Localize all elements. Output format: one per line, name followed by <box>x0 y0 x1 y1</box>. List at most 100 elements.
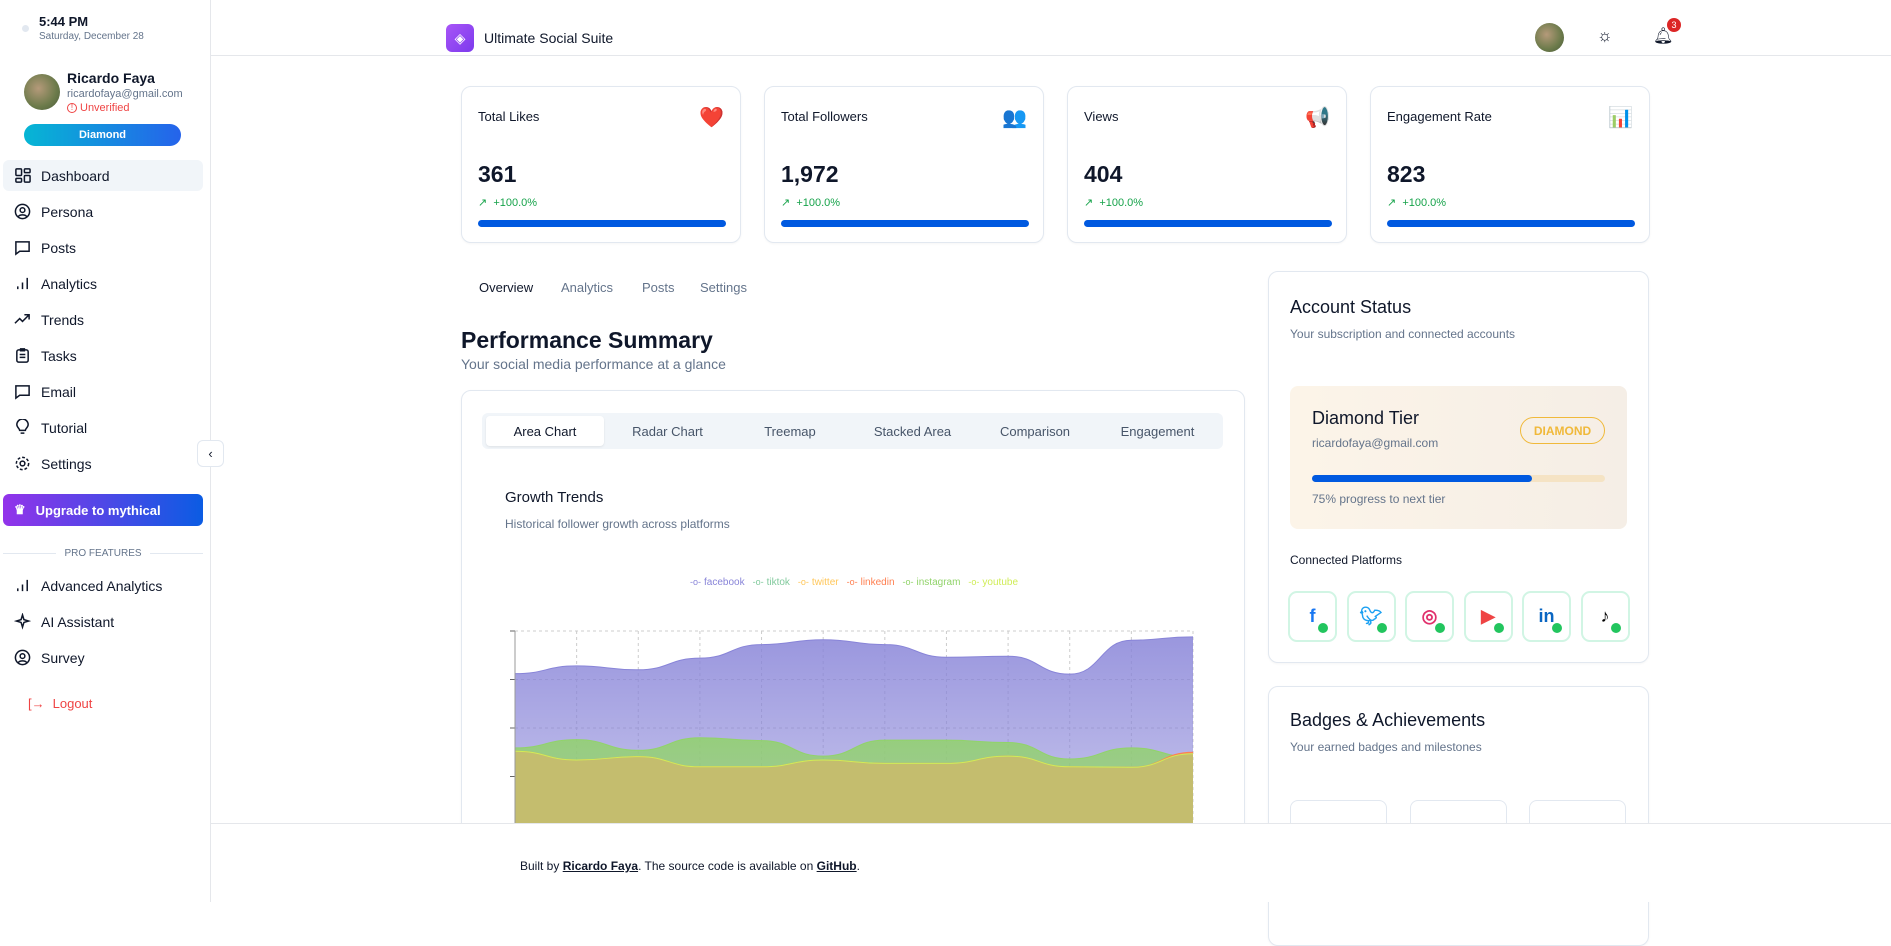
stat-card-total-followers: Total Followers 👥 1,972 ↗ +100.0% <box>764 86 1044 243</box>
sidebar-item-posts[interactable]: Posts <box>3 232 203 263</box>
stat-label: Total Likes <box>478 109 540 124</box>
clipboard-icon <box>16 348 29 363</box>
tab-overview[interactable]: Overview <box>471 276 541 300</box>
account-status-card: Account Status Your subscription and con… <box>1268 271 1649 663</box>
stat-card-views: Views 📢 404 ↗ +100.0% <box>1067 86 1347 243</box>
pro-item-label: Survey <box>41 649 85 666</box>
trending-icon <box>14 314 30 324</box>
stat-value: 823 <box>1387 161 1426 187</box>
tab-settings[interactable]: Settings <box>692 276 755 300</box>
people-icon: 👥 <box>1002 107 1027 129</box>
stat-change: ↗ +100.0% <box>1084 197 1144 209</box>
message-icon <box>15 385 30 400</box>
megaphone-icon: 📢 <box>1305 107 1330 129</box>
avatar[interactable] <box>24 74 60 110</box>
sidebar-item-label: Dashboard <box>41 167 110 184</box>
platform-facebook[interactable]: f <box>1288 591 1337 642</box>
tier-progress-text: 75% progress to next tier <box>1312 492 1446 506</box>
pro-features-divider: PRO FEATURES <box>3 548 204 559</box>
user-circle-icon <box>14 649 31 666</box>
connected-dot <box>1610 623 1621 633</box>
logout-button[interactable]: [→ Logout <box>28 696 92 711</box>
tab-analytics[interactable]: Analytics <box>553 276 621 300</box>
sidebar-item-tasks[interactable]: Tasks <box>3 340 203 371</box>
sidebar: 5:44 PM Saturday, December 28 Ricardo Fa… <box>0 0 211 902</box>
sparkles-icon <box>14 613 31 630</box>
chevron-left-icon: ‹ <box>208 446 213 461</box>
sidebar-item-label: Trends <box>41 311 85 328</box>
sidebar-item-label: Tasks <box>41 347 77 364</box>
badges-subtitle: Your earned badges and milestones <box>1290 740 1482 754</box>
connected-dot <box>1318 623 1328 633</box>
platform-youtube[interactable]: ▶ <box>1463 591 1513 642</box>
alert-icon: ! <box>67 103 77 113</box>
collapse-sidebar-button[interactable]: ‹ <box>197 440 224 467</box>
header-avatar[interactable] <box>1535 23 1564 52</box>
stat-card-engagement-rate: Engagement Rate 📊 823 ↗ +100.0% <box>1370 86 1650 243</box>
stat-label: Views <box>1084 109 1119 124</box>
sidebar-item-trends[interactable]: Trends <box>3 304 203 335</box>
platform-tiktok[interactable]: ♪ <box>1580 591 1630 642</box>
tiktok-icon: ♪ <box>1600 606 1610 626</box>
tier-box: Diamond Tier ricardofaya@gmail.com DIAMO… <box>1290 386 1627 529</box>
stat-value: 1,972 <box>781 161 839 187</box>
upgrade-button[interactable]: ♛ Upgrade to mythical <box>3 494 203 526</box>
connected-dot <box>1552 623 1562 633</box>
verification-status: ! Unverified <box>67 102 130 114</box>
author-link[interactable]: Ricardo Faya <box>563 859 638 873</box>
stat-label: Total Followers <box>781 109 868 124</box>
sidebar-item-tutorial[interactable]: Tutorial <box>3 412 203 443</box>
tier-progress-fill <box>1312 475 1532 482</box>
message-icon <box>15 241 30 256</box>
verification-label: Unverified <box>80 102 130 114</box>
sidebar-item-settings[interactable]: Settings <box>3 448 203 479</box>
layers-logo-icon: ◈ <box>446 24 474 52</box>
crown-icon: ♛ <box>14 502 26 517</box>
pro-item-ai-assistant[interactable]: AI Assistant <box>3 606 203 637</box>
stat-change-value: +100.0% <box>1402 197 1447 209</box>
tier-badge: Diamond <box>24 124 181 146</box>
connected-dot <box>1493 623 1504 633</box>
notification-badge: 3 <box>1667 18 1681 32</box>
pro-item-advanced-analytics[interactable]: Advanced Analytics <box>3 570 203 601</box>
stat-change: ↗ +100.0% <box>1387 197 1447 209</box>
sidebar-item-email[interactable]: Email <box>3 376 203 407</box>
platform-instagram[interactable]: ◎ <box>1405 591 1454 642</box>
platforms-title: Connected Platforms <box>1290 553 1403 567</box>
sidebar-item-analytics[interactable]: Analytics <box>3 268 203 299</box>
stat-progress-bar <box>1084 220 1332 227</box>
lightbulb-icon <box>16 419 29 434</box>
pro-item-survey[interactable]: Survey <box>3 642 203 673</box>
pro-item-label: AI Assistant <box>41 613 115 630</box>
tab-posts[interactable]: Posts <box>634 276 683 300</box>
bar-chart-icon <box>17 277 28 290</box>
platform-linkedin[interactable]: in <box>1522 591 1571 642</box>
connected-dot <box>1435 623 1445 633</box>
user-email: ricardofaya@gmail.com <box>67 88 183 100</box>
stat-value: 361 <box>478 161 517 187</box>
stat-label: Engagement Rate <box>1387 109 1492 124</box>
stat-change-value: +100.0% <box>1099 197 1144 209</box>
tier-title: Diamond Tier <box>1312 408 1420 428</box>
footer-text: Built by Ricardo Faya. The source code i… <box>520 859 860 873</box>
upgrade-label: Upgrade to mythical <box>35 502 161 518</box>
platform-twitter[interactable]: 🐦︎ <box>1346 591 1396 642</box>
theme-toggle-sun-icon[interactable]: ☼ <box>1597 26 1613 46</box>
badges-title: Badges & Achievements <box>1290 710 1486 730</box>
sidebar-item-dashboard[interactable]: Dashboard <box>3 160 203 191</box>
stat-change-value: +100.0% <box>493 197 538 209</box>
logout-icon: [→ <box>28 696 45 711</box>
account-subtitle: Your subscription and connected accounts <box>1290 327 1516 341</box>
page-title: Performance Summary <box>461 327 713 353</box>
stat-progress-bar <box>478 220 726 227</box>
github-link[interactable]: GitHub <box>817 859 857 873</box>
user-circle-icon <box>14 203 31 220</box>
logout-label: Logout <box>52 696 93 711</box>
status-dot <box>22 25 29 32</box>
clock-date: Saturday, December 28 <box>39 31 144 42</box>
tier-badge-diamond: DIAMOND <box>1520 417 1605 444</box>
tier-progress-bar <box>1312 475 1605 482</box>
youtube-icon: ▶ <box>1481 606 1495 626</box>
pro-item-label: Advanced Analytics <box>41 577 163 594</box>
sidebar-item-persona[interactable]: Persona <box>3 196 203 227</box>
